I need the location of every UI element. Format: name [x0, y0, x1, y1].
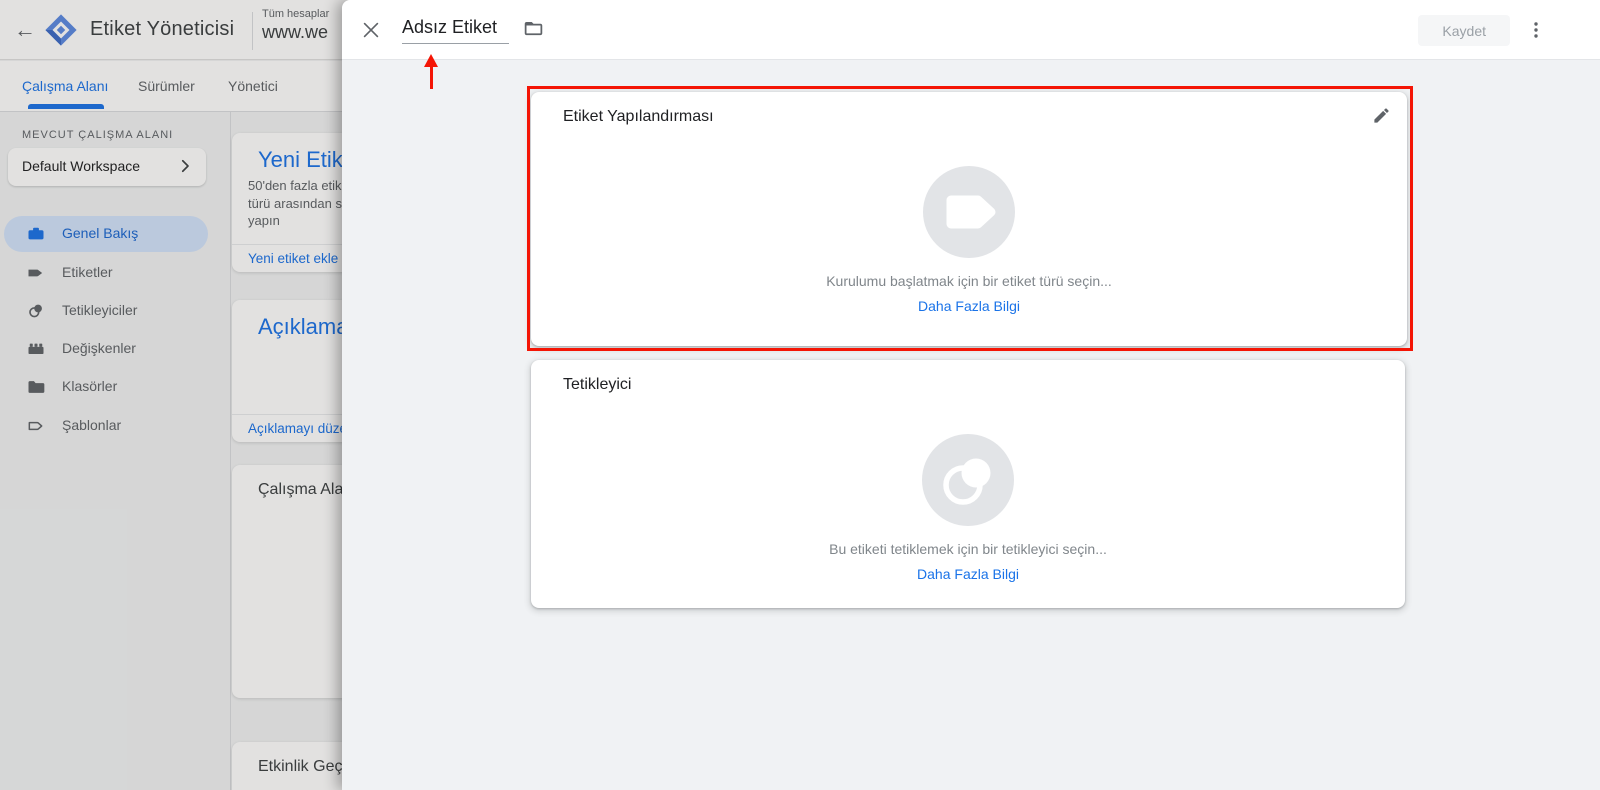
editor-content: Etiket Yapılandırması Kurulumu başlatmak…	[342, 60, 1600, 790]
tag-configuration-title: Etiket Yapılandırması	[563, 108, 714, 126]
trigger-hint: Bu etiketi tetiklemek için bir tetikleyi…	[531, 541, 1405, 557]
gtm-window: ← Etiket Yöneticisi Tüm hesaplar www.we …	[0, 0, 1600, 790]
tag-type-icon	[923, 166, 1015, 258]
learn-more-link[interactable]: Daha Fazla Bilgi	[531, 566, 1405, 582]
close-icon[interactable]	[360, 19, 382, 41]
tag-configuration-placeholder: Kurulumu başlatmak için bir etiket türü …	[531, 166, 1407, 314]
tag-editor-panel: Adsız Etiket Kaydet Etiket Yapılandırmas…	[342, 0, 1600, 790]
kebab-menu-icon[interactable]	[1524, 18, 1548, 42]
editor-title-area: Adsız Etiket	[402, 0, 544, 60]
learn-more-link[interactable]: Daha Fazla Bilgi	[531, 298, 1407, 314]
trigger-type-icon	[922, 434, 1014, 526]
save-button[interactable]: Kaydet	[1418, 15, 1510, 46]
tag-name-field[interactable]: Adsız Etiket	[402, 17, 509, 44]
tag-configuration-hint: Kurulumu başlatmak için bir etiket türü …	[531, 273, 1407, 289]
folder-icon[interactable]	[523, 18, 544, 39]
editor-header: Adsız Etiket Kaydet	[342, 0, 1600, 60]
edit-pencil-icon[interactable]	[1372, 106, 1391, 125]
trigger-card[interactable]: Tetikleyici Bu etiketi tetiklemek için b…	[531, 360, 1405, 608]
trigger-title: Tetikleyici	[563, 376, 631, 394]
tag-configuration-card[interactable]: Etiket Yapılandırması Kurulumu başlatmak…	[531, 92, 1407, 346]
trigger-placeholder: Bu etiketi tetiklemek için bir tetikleyi…	[531, 434, 1405, 582]
